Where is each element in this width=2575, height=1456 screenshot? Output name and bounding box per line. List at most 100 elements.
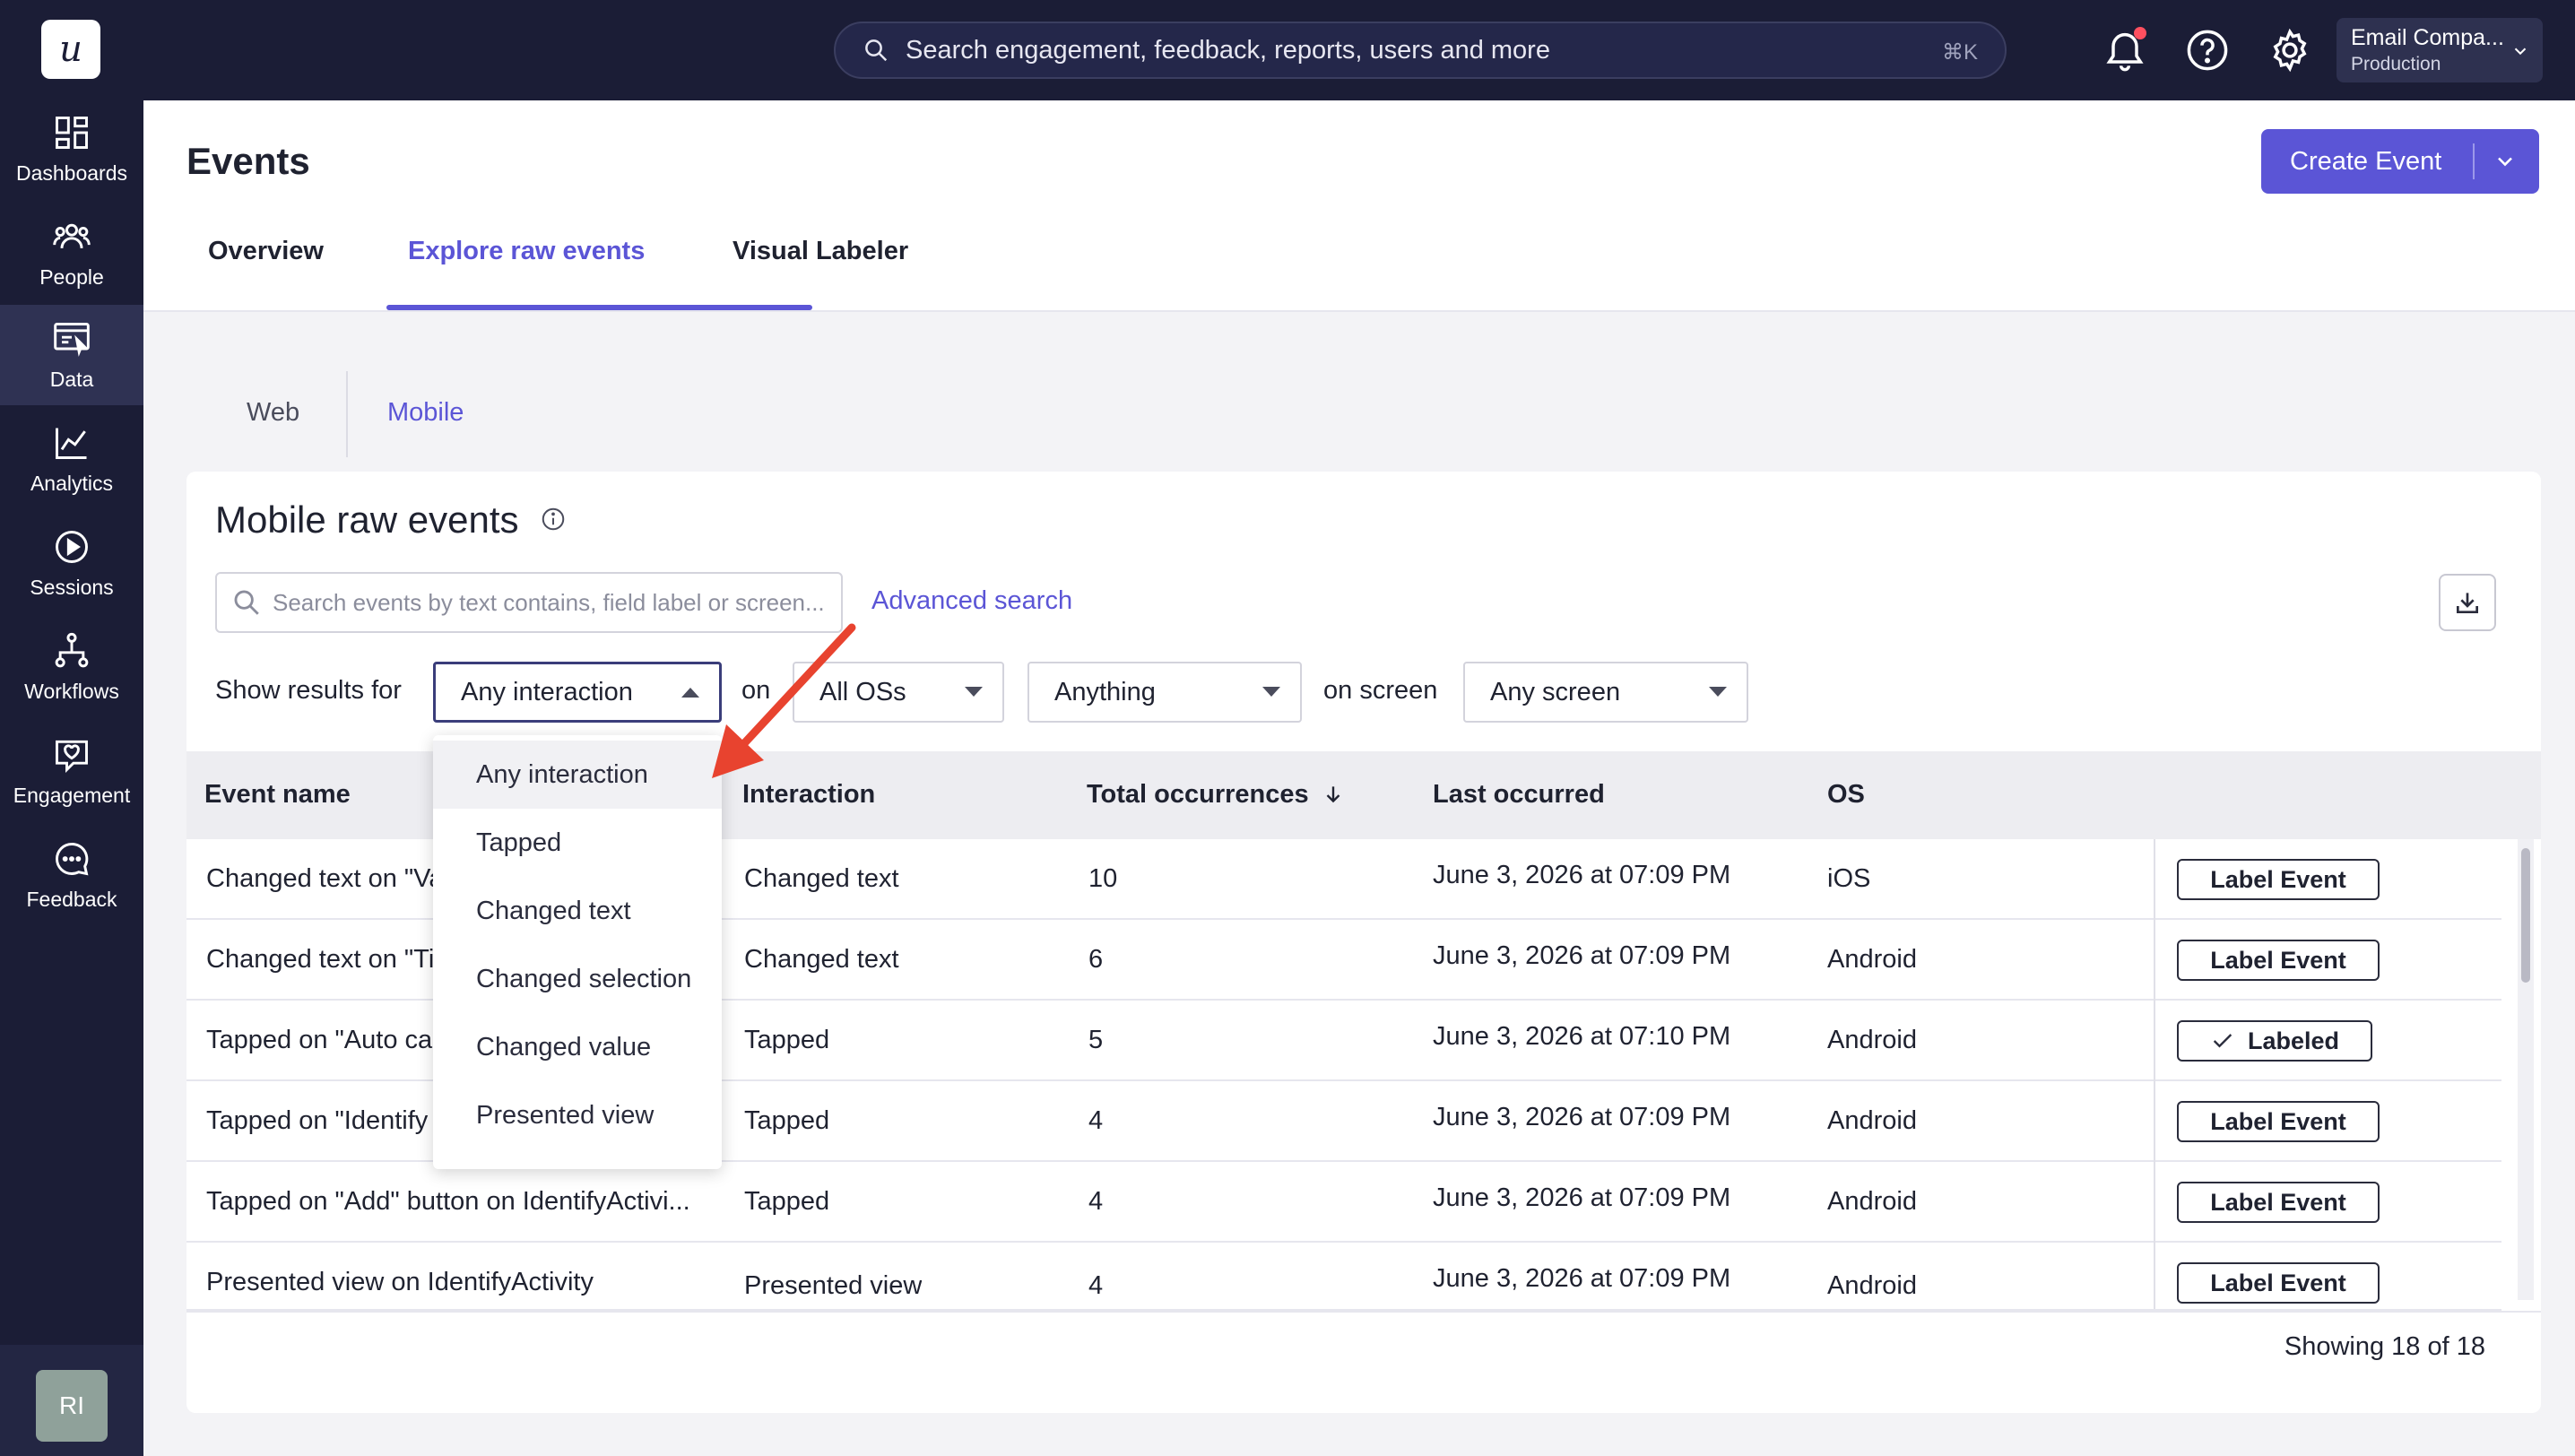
last-occurred-cell: June 3, 2026 at 07:09 PM [1433, 861, 1731, 889]
button-divider [2473, 143, 2475, 179]
account-name: Email Compa... [2351, 25, 2504, 50]
caret-up-icon [681, 688, 699, 698]
nav-label: Data [49, 367, 94, 391]
col-os[interactable]: OS [1827, 780, 1865, 810]
interaction-cell: Tapped [744, 1106, 830, 1135]
arrow-down-icon [1326, 786, 1340, 803]
labeled-button[interactable]: Labeled [2177, 1020, 2372, 1062]
engagement-icon [56, 740, 88, 773]
card-title: Mobile raw events [215, 498, 519, 541]
menu-item-changed-text[interactable]: Changed text [433, 877, 722, 945]
screen-select[interactable]: Any screen [1463, 662, 1748, 723]
active-tab-indicator [386, 305, 812, 310]
subtab-web[interactable]: Web [247, 398, 299, 428]
col-last-occurred[interactable]: Last occurred [1433, 780, 1605, 810]
notification-badge [2134, 27, 2146, 39]
workflows-icon [55, 632, 89, 667]
occurrences-cell: 5 [1088, 1026, 1104, 1054]
interaction-cell: Changed text [744, 945, 899, 974]
search-icon [865, 39, 888, 62]
occurrences-cell: 6 [1088, 945, 1104, 974]
help-icon [2187, 30, 2228, 71]
anything-select[interactable]: Anything [1027, 662, 1302, 723]
dashboards-icon [56, 116, 88, 149]
nav-item-engagement[interactable]: Engagement [0, 721, 143, 821]
nav-item-sessions[interactable]: Sessions [0, 513, 143, 613]
table-scrollbar[interactable] [2518, 839, 2534, 1300]
col-event-name[interactable]: Event name [204, 780, 351, 810]
global-search-placeholder: Search engagement, feedback, reports, us… [906, 35, 1550, 65]
label-event-button[interactable]: Label Event [2177, 1182, 2380, 1223]
menu-item-changed-value[interactable]: Changed value [433, 1013, 722, 1081]
nav-item-feedback[interactable]: Feedback [0, 825, 143, 925]
tab-overview[interactable]: Overview [208, 237, 324, 266]
menu-item-presented-view[interactable]: Presented view [433, 1081, 722, 1149]
download-icon [2457, 593, 2478, 613]
analytics-icon [56, 428, 87, 459]
cell-divider [2154, 1243, 2155, 1309]
cell-divider [2154, 1081, 2155, 1162]
subtab-divider [346, 371, 348, 457]
annotation-arrow [712, 623, 856, 778]
nav-label: People [39, 264, 104, 289]
nav-item-data[interactable]: Data [0, 305, 143, 405]
label-event-button[interactable]: Label Event [2177, 859, 2380, 900]
interaction-select[interactable]: Any interaction [433, 662, 722, 723]
cell-divider [2154, 1162, 2155, 1243]
page-title: Events [186, 140, 310, 182]
account-switcher[interactable]: Email Compa... Production [2337, 18, 2543, 82]
global-search-input[interactable]: Search engagement, feedback, reports, us… [834, 22, 2007, 79]
event-search-placeholder: Search events by text contains, field la… [273, 588, 825, 616]
interaction-cell: Presented view [744, 1271, 923, 1300]
nav-label: Engagement [13, 783, 131, 807]
caret-down-icon [965, 687, 983, 697]
nav-label: Analytics [30, 471, 114, 495]
label-event-button[interactable]: Label Event [2177, 940, 2380, 981]
os-cell: Android [1827, 1026, 1917, 1054]
scrollbar-thumb[interactable] [2521, 848, 2530, 983]
app-logo[interactable]: u [41, 20, 100, 79]
download-button[interactable] [2439, 574, 2496, 631]
table-divider [186, 1311, 2541, 1313]
sessions-icon [56, 530, 88, 563]
anything-select-value: Anything [1054, 677, 1156, 706]
on-screen-label: on screen [1323, 676, 1438, 705]
nav-label: Sessions [30, 575, 114, 599]
nav-item-people[interactable]: People [0, 203, 143, 303]
create-event-button[interactable]: Create Event [2261, 129, 2539, 194]
people-icon [53, 223, 91, 248]
occurrences-cell: 10 [1088, 864, 1118, 893]
os-cell: Android [1827, 1271, 1917, 1300]
menu-item-changed-selection[interactable]: Changed selection [433, 945, 722, 1013]
tab-visual-labeler[interactable]: Visual Labeler [733, 237, 908, 266]
label-event-button[interactable]: Label Event [2177, 1101, 2380, 1142]
table-row[interactable]: Presented view on IdentifyActivity Prese… [186, 1243, 2501, 1311]
menu-item-tapped[interactable]: Tapped [433, 809, 722, 877]
help-button[interactable] [2184, 27, 2231, 74]
notifications-button[interactable] [2102, 27, 2148, 74]
chevron-down-icon[interactable] [2493, 149, 2518, 174]
subtab-mobile[interactable]: Mobile [387, 398, 464, 428]
checkmark-icon [2213, 1034, 2233, 1048]
results-count: Showing 18 of 18 [2284, 1332, 2485, 1361]
cell-divider [2154, 1001, 2155, 1081]
settings-button[interactable] [2267, 27, 2313, 74]
col-total-occurrences[interactable]: Total occurrences [1087, 780, 1345, 810]
info-icon[interactable] [540, 506, 567, 533]
chevron-down-icon [2514, 48, 2527, 56]
nav-item-dashboards[interactable]: Dashboards [0, 99, 143, 199]
left-sidebar: u Dashboards People Data Analytics Sessi… [0, 0, 143, 1456]
menu-item-any-interaction[interactable]: Any interaction [433, 741, 722, 809]
tab-explore-raw-events[interactable]: Explore raw events [408, 237, 645, 266]
avatar[interactable]: RI [36, 1370, 108, 1442]
label-event-button[interactable]: Label Event [2177, 1262, 2380, 1304]
feedback-icon [56, 842, 89, 875]
table-row[interactable]: Tapped on "Add" button on IdentifyActivi… [186, 1162, 2501, 1243]
os-cell: Android [1827, 1187, 1917, 1216]
occurrences-cell: 4 [1088, 1271, 1104, 1300]
nav-label: Workflows [24, 679, 119, 703]
advanced-search-link[interactable]: Advanced search [871, 586, 1072, 616]
nav-item-workflows[interactable]: Workflows [0, 617, 143, 717]
nav-item-analytics[interactable]: Analytics [0, 409, 143, 509]
occurrences-cell: 4 [1088, 1187, 1104, 1216]
